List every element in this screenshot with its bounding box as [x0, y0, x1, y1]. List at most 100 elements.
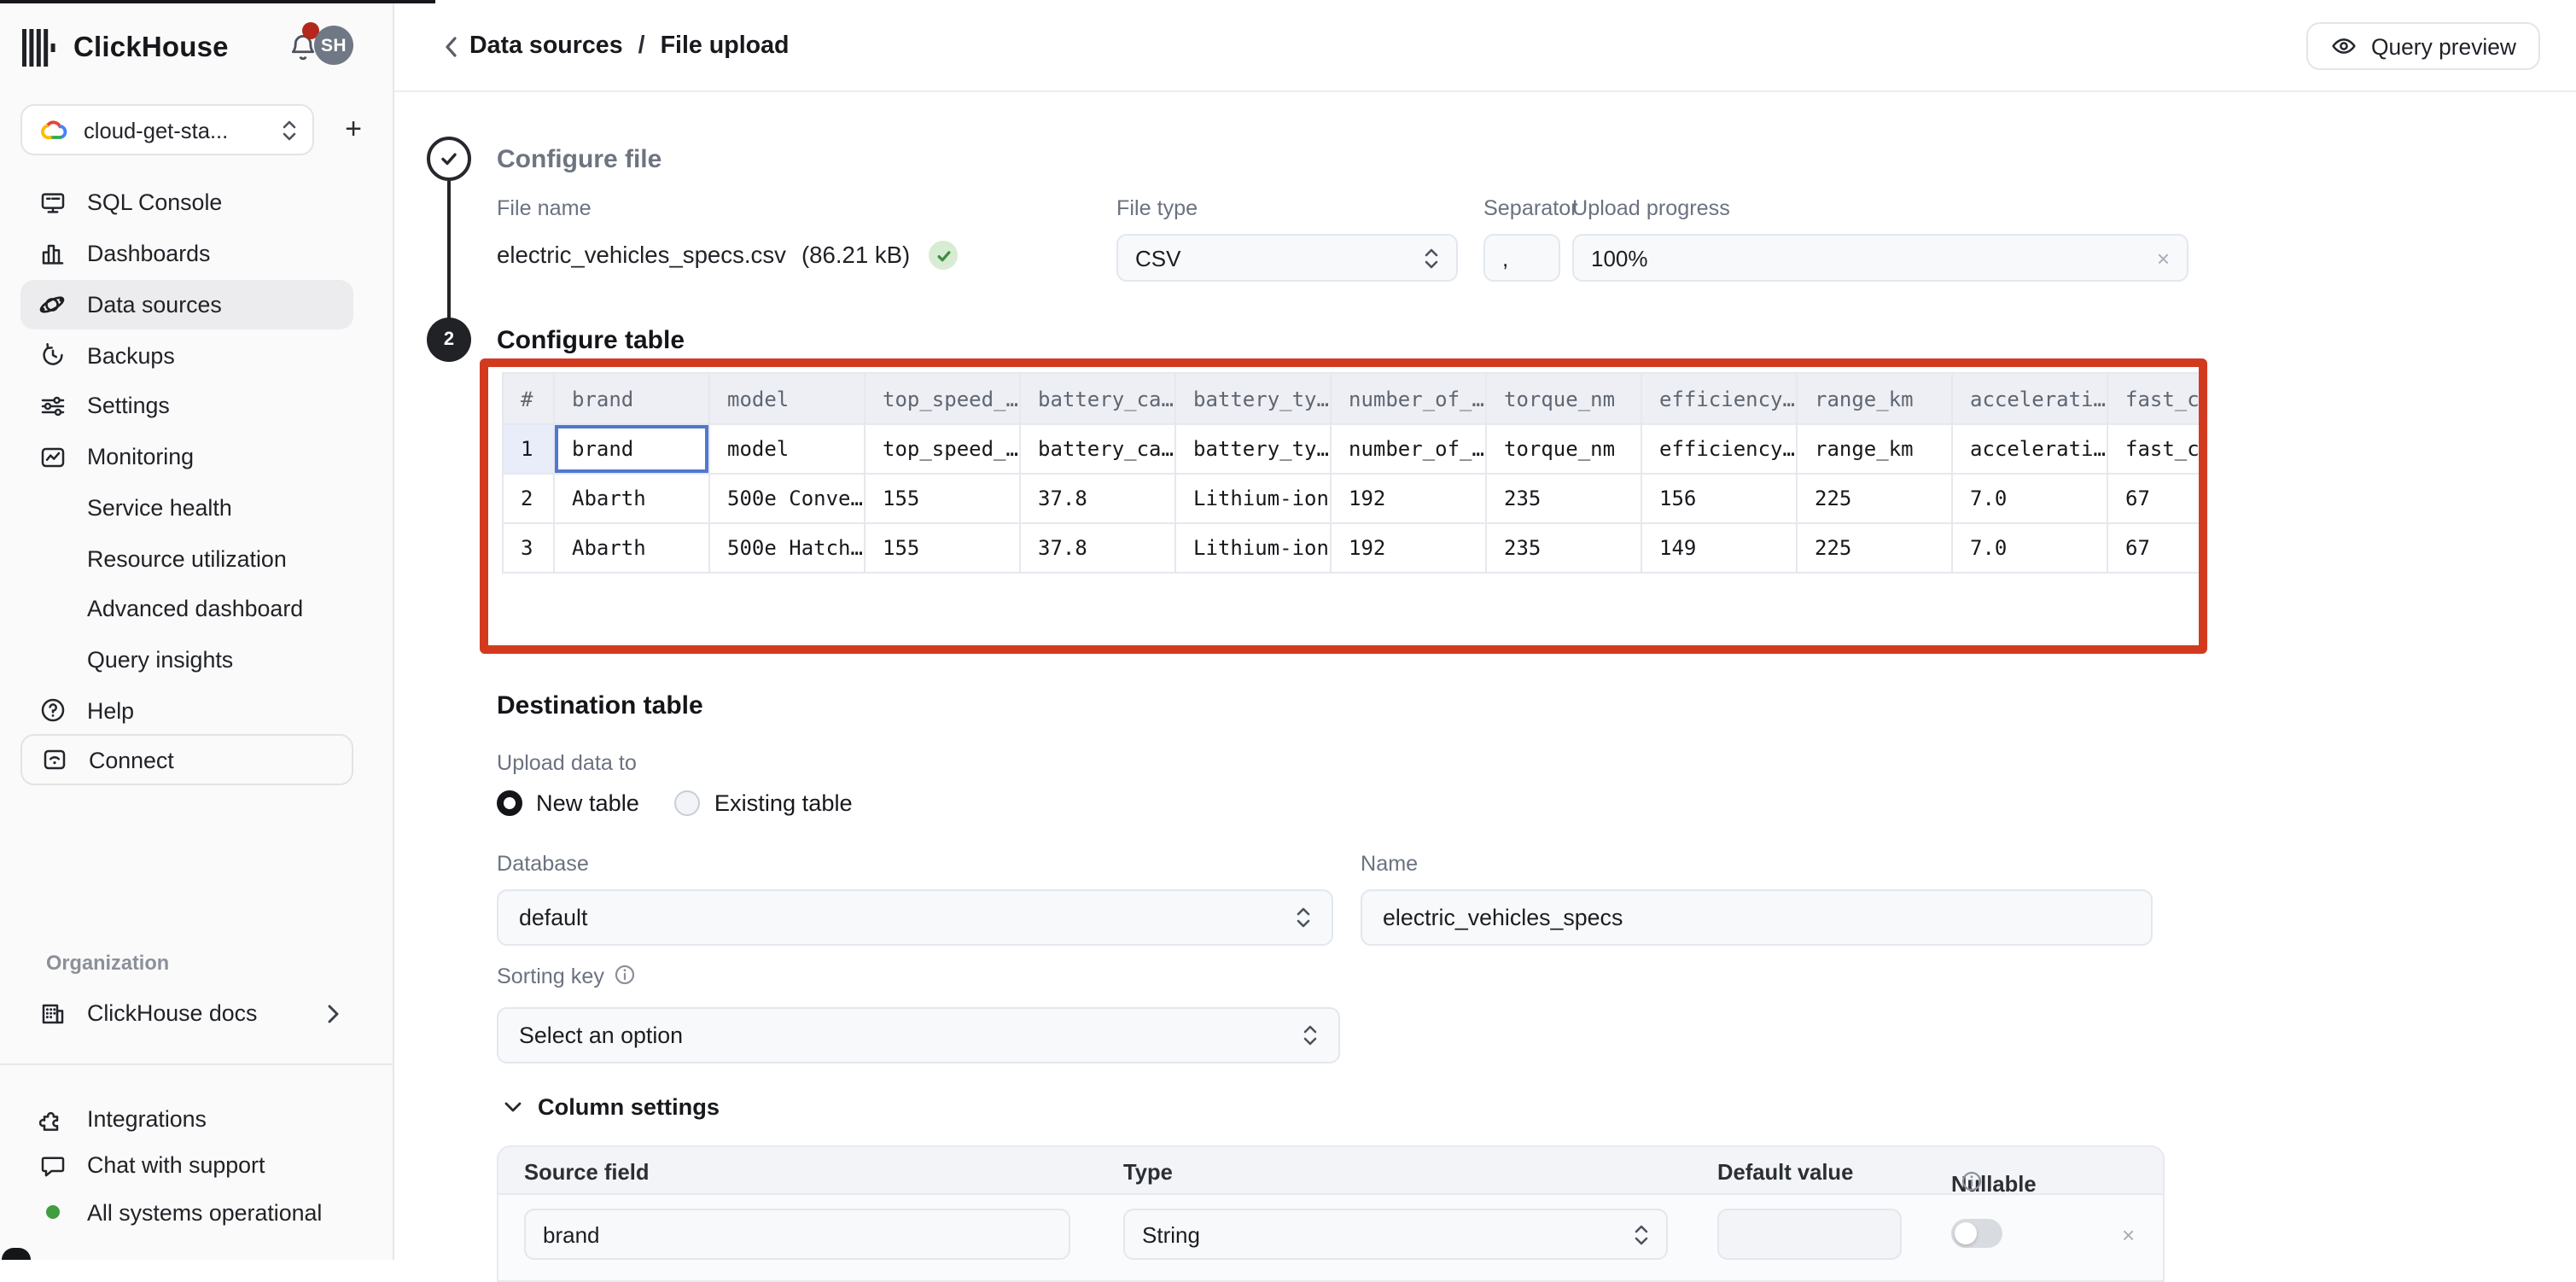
column-header[interactable]: range_km	[1797, 373, 1952, 424]
column-header[interactable]: battery_ty…	[1175, 373, 1331, 424]
query-preview-button[interactable]: Query preview	[2306, 22, 2540, 70]
cell[interactable]: 156	[1641, 474, 1797, 523]
breadcrumb-data-sources[interactable]: Data sources	[469, 32, 623, 60]
file-type-select[interactable]: CSV	[1116, 234, 1458, 282]
sidebar-item-label: Query insights	[87, 647, 233, 673]
row-number: 2	[503, 474, 554, 523]
cell[interactable]: 7.0	[1952, 474, 2107, 523]
cell[interactable]: 235	[1486, 474, 1641, 523]
new-table-radio[interactable]	[497, 790, 522, 816]
cell[interactable]: 500e Hatch…	[709, 523, 865, 573]
eye-icon	[2330, 32, 2357, 60]
sidebar-item-label: SQL Console	[87, 190, 222, 216]
table-name-input[interactable]: electric_vehicles_specs	[1361, 889, 2153, 946]
sidebar-item-chat-support[interactable]: Chat with support	[20, 1143, 353, 1190]
sidebar-item-help[interactable]: Help	[20, 685, 353, 737]
cell[interactable]: top_speed_…	[865, 424, 1020, 474]
cell[interactable]: 67	[2107, 523, 2207, 573]
sidebar-item-system-status[interactable]: All systems operational	[20, 1189, 353, 1236]
cell[interactable]: range_km	[1797, 424, 1952, 474]
column-header[interactable]: battery_ca…	[1020, 373, 1175, 424]
column-header[interactable]: brand	[554, 373, 709, 424]
sidebar-item-integrations[interactable]: Integrations	[20, 1096, 353, 1143]
connect-button[interactable]: Connect	[20, 734, 353, 785]
cell[interactable]: 7.0	[1952, 523, 2107, 573]
column-header[interactable]: model	[709, 373, 865, 424]
column-header[interactable]: accelerati…	[1952, 373, 2107, 424]
cell[interactable]: model	[709, 424, 865, 474]
sidebar-item-advanced-dashboard[interactable]: Advanced dashboard	[20, 584, 353, 635]
help-icon	[38, 696, 67, 725]
clickhouse-cloud-app: ClickHouse SH cloud-get-sta...	[0, 0, 2576, 1260]
cell[interactable]: battery_ca…	[1020, 424, 1175, 474]
cell[interactable]: 192	[1331, 474, 1486, 523]
column-header[interactable]: number_of_…	[1331, 373, 1486, 424]
cell[interactable]: fast_cha	[2107, 424, 2207, 474]
cell[interactable]: 149	[1641, 523, 1797, 573]
sidebar-nav: SQL Console Dashboards Data sources	[20, 178, 353, 737]
sidebar-item-resource-utilization[interactable]: Resource utilization	[20, 533, 353, 585]
sidebar-item-sql-console[interactable]: SQL Console	[20, 178, 353, 229]
sidebar-item-data-sources[interactable]: Data sources	[20, 279, 353, 330]
cell[interactable]: 155	[865, 474, 1020, 523]
cell[interactable]: accelerati…	[1952, 424, 2107, 474]
sidebar-item-monitoring[interactable]: Monitoring	[20, 432, 353, 483]
cell[interactable]: 67	[2107, 474, 2207, 523]
column-header[interactable]: top_speed_…	[865, 373, 1020, 424]
service-selector[interactable]: cloud-get-sta...	[20, 104, 314, 155]
cell[interactable]: Abarth	[554, 474, 709, 523]
new-table-label[interactable]: New table	[536, 790, 639, 816]
file-size-value: (86.21 kB)	[801, 242, 910, 268]
column-settings-toggle[interactable]: Column settings	[504, 1094, 720, 1120]
sidebar-item-settings[interactable]: Settings	[20, 381, 353, 432]
cell[interactable]: Abarth	[554, 523, 709, 573]
cell[interactable]: 225	[1797, 523, 1952, 573]
page-header: Data sources / File upload Query preview	[394, 0, 2576, 92]
sidebar-item-label: Settings	[87, 393, 170, 419]
cell[interactable]: torque_nm	[1486, 424, 1641, 474]
cell[interactable]: number_of_…	[1331, 424, 1486, 474]
cell[interactable]: 155	[865, 523, 1020, 573]
breadcrumb-separator: /	[638, 32, 645, 60]
cell[interactable]: 225	[1797, 474, 1952, 523]
info-icon	[615, 964, 635, 985]
cell[interactable]: battery_ty…	[1175, 424, 1331, 474]
selected-cell[interactable]: brand	[554, 424, 709, 474]
organization-heading: Organization	[46, 951, 169, 975]
column-settings-label: Column settings	[538, 1094, 720, 1120]
cell[interactable]: Lithium-ion	[1175, 523, 1331, 573]
separator-input[interactable]: ,	[1483, 234, 1560, 282]
cell[interactable]: 500e Conve…	[709, 474, 865, 523]
sidebar-item-dashboards[interactable]: Dashboards	[20, 229, 353, 280]
column-header[interactable]: efficiency…	[1641, 373, 1797, 424]
footer-item-label: Integrations	[87, 1106, 207, 1132]
table-name-label: Name	[1361, 852, 1418, 876]
add-service-button[interactable]: +	[331, 104, 376, 155]
column-header[interactable]: torque_nm	[1486, 373, 1641, 424]
cell[interactable]: 37.8	[1020, 523, 1175, 573]
sorting-key-select[interactable]: Select an option	[497, 1007, 1340, 1063]
existing-table-label[interactable]: Existing table	[714, 790, 853, 816]
avatar[interactable]: SH	[314, 26, 353, 65]
column-header[interactable]: fast_cha	[2107, 373, 2207, 424]
preview-header-row: # brand model top_speed_… battery_ca… ba…	[503, 373, 2207, 424]
remove-column-icon[interactable]: ×	[2122, 1222, 2135, 1248]
cell[interactable]: 37.8	[1020, 474, 1175, 523]
cell[interactable]: Lithium-ion	[1175, 474, 1331, 523]
cell[interactable]: 235	[1486, 523, 1641, 573]
cell[interactable]: 192	[1331, 523, 1486, 573]
nullable-toggle[interactable]	[1951, 1219, 2002, 1248]
existing-table-radio[interactable]	[675, 790, 701, 816]
sidebar-item-backups[interactable]: Backups	[20, 330, 353, 382]
breadcrumb: Data sources / File upload	[469, 0, 790, 92]
back-button[interactable]	[435, 29, 466, 63]
clear-upload-icon[interactable]: ×	[2157, 245, 2170, 271]
sidebar-item-clickhouse-docs[interactable]: ClickHouse docs	[20, 988, 353, 1038]
source-field-input[interactable]: brand	[524, 1209, 1070, 1260]
sidebar-item-service-health[interactable]: Service health	[20, 482, 353, 533]
default-value-input[interactable]	[1717, 1209, 1902, 1260]
database-select[interactable]: default	[497, 889, 1333, 946]
cell[interactable]: efficiency…	[1641, 424, 1797, 474]
type-select[interactable]: String	[1123, 1209, 1668, 1260]
sidebar-item-query-insights[interactable]: Query insights	[20, 635, 353, 686]
